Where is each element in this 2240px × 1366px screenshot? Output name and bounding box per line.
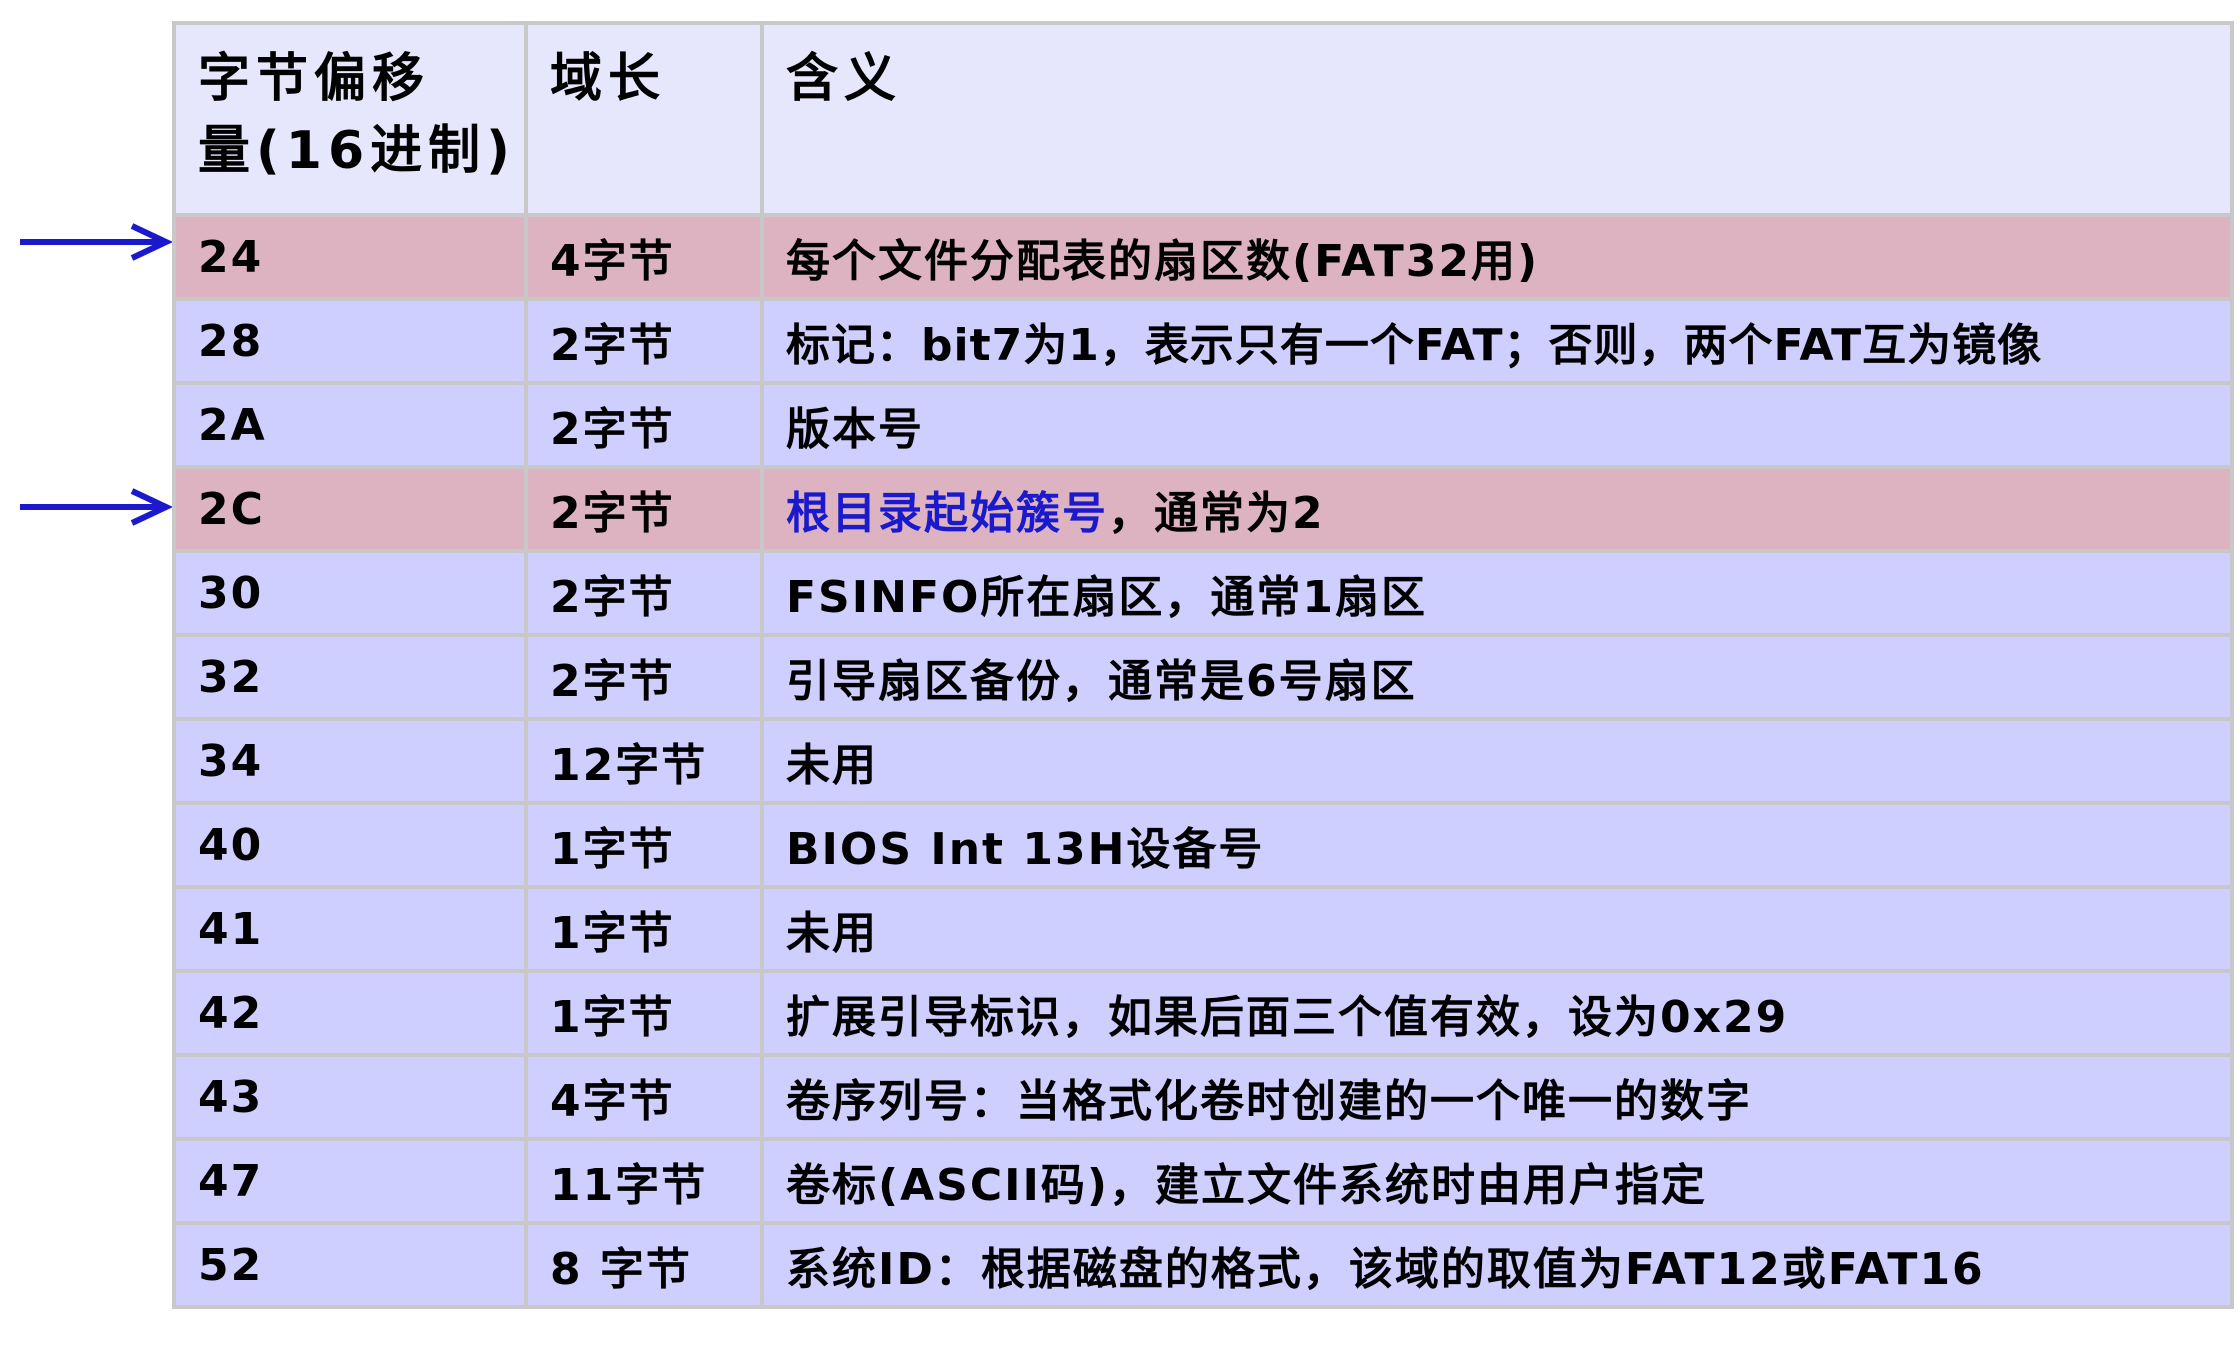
cell-meaning: 根目录起始簇号，通常为2 bbox=[760, 465, 2234, 553]
cell-offset: 41 bbox=[172, 885, 528, 973]
cell-meaning-rest: ，通常为2 bbox=[1108, 488, 1325, 539]
table-row: 24 4字节 每个文件分配表的扇区数(FAT32用) bbox=[172, 213, 2234, 301]
right-arrow-icon bbox=[20, 488, 172, 526]
cell-offset: 52 bbox=[172, 1221, 528, 1309]
cell-meaning: FSINFO所在扇区，通常1扇区 bbox=[760, 549, 2234, 637]
table-header-row: 字节偏移 量(16进制) 域长 含义 bbox=[172, 21, 2234, 217]
cell-length: 2字节 bbox=[524, 381, 764, 469]
table-row: 28 2字节 标记：bit7为1，表示只有一个FAT；否则，两个FAT互为镜像 bbox=[172, 297, 2234, 385]
right-arrow-icon bbox=[20, 223, 172, 261]
cell-offset: 2C bbox=[172, 465, 528, 553]
cell-offset: 40 bbox=[172, 801, 528, 889]
table-row: 42 1字节 扩展引导标识，如果后面三个值有效，设为0x29 bbox=[172, 969, 2234, 1057]
table-row: 41 1字节 未用 bbox=[172, 885, 2234, 973]
table-row: 34 12字节 未用 bbox=[172, 717, 2234, 805]
cell-length: 2字节 bbox=[524, 465, 764, 553]
cell-offset: 47 bbox=[172, 1137, 528, 1225]
cell-meaning: 扩展引导标识，如果后面三个值有效，设为0x29 bbox=[760, 969, 2234, 1057]
table-row: 40 1字节 BIOS Int 13H设备号 bbox=[172, 801, 2234, 889]
cell-length: 4字节 bbox=[524, 1053, 764, 1141]
cell-meaning: 未用 bbox=[760, 885, 2234, 973]
cell-length: 2字节 bbox=[524, 633, 764, 721]
cell-meaning: 每个文件分配表的扇区数(FAT32用) bbox=[760, 213, 2234, 301]
cell-offset: 2A bbox=[172, 381, 528, 469]
cell-offset: 28 bbox=[172, 297, 528, 385]
cell-meaning: 未用 bbox=[760, 717, 2234, 805]
cell-length: 2字节 bbox=[524, 549, 764, 637]
header-offset: 字节偏移 量(16进制) bbox=[172, 21, 528, 217]
cell-meaning: 标记：bit7为1，表示只有一个FAT；否则，两个FAT互为镜像 bbox=[760, 297, 2234, 385]
cell-meaning: 版本号 bbox=[760, 381, 2234, 469]
header-offset-line1: 字节偏移 bbox=[198, 49, 431, 109]
table-row: 32 2字节 引导扇区备份，通常是6号扇区 bbox=[172, 633, 2234, 721]
table-row: 47 11字节 卷标(ASCII码)，建立文件系统时由用户指定 bbox=[172, 1137, 2234, 1225]
cell-length: 2字节 bbox=[524, 297, 764, 385]
header-meaning: 含义 bbox=[760, 21, 2234, 217]
root-dir-cluster-emphasis: 根目录起始簇号 bbox=[786, 488, 1108, 539]
table-row: 52 8 字节 系统ID：根据磁盘的格式，该域的取值为FAT12或FAT16 bbox=[172, 1221, 2234, 1309]
cell-length: 1字节 bbox=[524, 801, 764, 889]
cell-offset: 24 bbox=[172, 213, 528, 301]
header-length: 域长 bbox=[524, 21, 764, 217]
table-row: 2A 2字节 版本号 bbox=[172, 381, 2234, 469]
cell-meaning: 卷序列号：当格式化卷时创建的一个唯一的数字 bbox=[760, 1053, 2234, 1141]
cell-offset: 30 bbox=[172, 549, 528, 637]
table-row: 2C 2字节 根目录起始簇号，通常为2 bbox=[172, 465, 2234, 553]
cell-offset: 42 bbox=[172, 969, 528, 1057]
cell-meaning: 系统ID：根据磁盘的格式，该域的取值为FAT12或FAT16 bbox=[760, 1221, 2234, 1309]
cell-length: 11字节 bbox=[524, 1137, 764, 1225]
cell-offset: 34 bbox=[172, 717, 528, 805]
cell-length: 12字节 bbox=[524, 717, 764, 805]
cell-meaning: BIOS Int 13H设备号 bbox=[760, 801, 2234, 889]
fat32-boot-sector-table: 字节偏移 量(16进制) 域长 含义 24 4字节 每个文件分配表的扇区数(FA… bbox=[172, 21, 2234, 1309]
cell-length: 4字节 bbox=[524, 213, 764, 301]
cell-meaning: 引导扇区备份，通常是6号扇区 bbox=[760, 633, 2234, 721]
cell-offset: 43 bbox=[172, 1053, 528, 1141]
table-row: 43 4字节 卷序列号：当格式化卷时创建的一个唯一的数字 bbox=[172, 1053, 2234, 1141]
cell-length: 1字节 bbox=[524, 969, 764, 1057]
table-row: 30 2字节 FSINFO所在扇区，通常1扇区 bbox=[172, 549, 2234, 637]
cell-meaning: 卷标(ASCII码)，建立文件系统时由用户指定 bbox=[760, 1137, 2234, 1225]
cell-length: 1字节 bbox=[524, 885, 764, 973]
cell-length: 8 字节 bbox=[524, 1221, 764, 1309]
cell-offset: 32 bbox=[172, 633, 528, 721]
header-offset-line2: 量(16进制) bbox=[198, 121, 516, 181]
